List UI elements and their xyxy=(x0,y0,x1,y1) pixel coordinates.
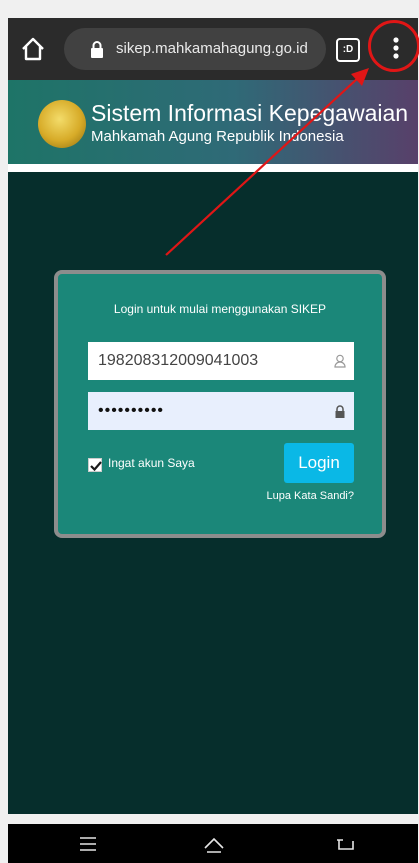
remember-checkbox[interactable] xyxy=(88,458,102,472)
tab-switcher-icon[interactable]: :D xyxy=(336,38,360,62)
site-subtitle: Mahkamah Agung Republik Indonesia xyxy=(91,128,344,145)
url-bar[interactable]: sikep.mahkamahagung.go.id xyxy=(64,28,326,70)
url-text: sikep.mahkamahagung.go.id xyxy=(116,40,308,57)
nav-back-icon[interactable] xyxy=(333,832,357,856)
home-icon[interactable] xyxy=(20,36,46,62)
annotation-circle xyxy=(368,20,419,72)
padlock-icon xyxy=(334,405,346,419)
android-nav-bar xyxy=(8,824,418,863)
browser-toolbar: sikep.mahkamahagung.go.id :D xyxy=(8,18,419,80)
user-icon xyxy=(334,354,346,368)
site-title: Sistem Informasi Kepegawaian xyxy=(91,100,409,126)
emblem-logo xyxy=(38,100,86,148)
forgot-password-link[interactable]: Lupa Kata Sandi? xyxy=(254,490,354,502)
remember-label: Ingat akun Saya xyxy=(108,456,195,470)
page-bottom-gap xyxy=(8,814,418,824)
password-input[interactable] xyxy=(88,392,354,430)
login-card: Login untuk mulai menggunakan SIKEP Inga… xyxy=(54,270,386,538)
nip-input[interactable] xyxy=(88,342,354,380)
page-body: Login untuk mulai menggunakan SIKEP Inga… xyxy=(8,172,418,814)
site-header: Sistem Informasi Kepegawaian Mahkamah Ag… xyxy=(8,80,418,164)
login-button[interactable]: Login xyxy=(284,443,354,483)
checkbox-icon xyxy=(90,461,102,472)
login-prompt: Login untuk mulai menggunakan SIKEP xyxy=(113,302,327,316)
header-divider xyxy=(8,164,418,172)
nav-home-icon[interactable] xyxy=(202,832,226,856)
nav-menu-icon[interactable] xyxy=(76,832,100,856)
lock-icon xyxy=(90,41,104,58)
